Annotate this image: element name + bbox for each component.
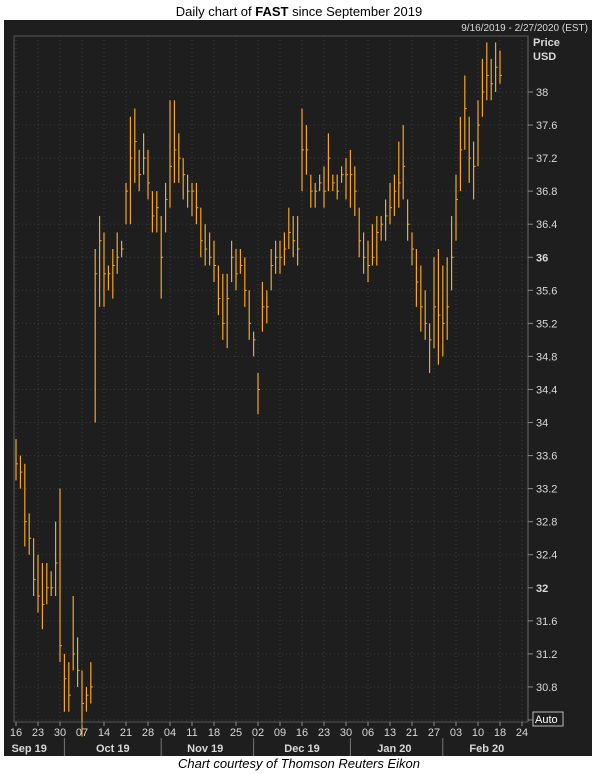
currency-label: USD: [533, 51, 556, 63]
chart-background: [4, 20, 592, 756]
price-tick-label: 32.4: [536, 550, 557, 562]
price-tick-label: 31.6: [536, 616, 557, 628]
chart-frame: 38 37.6 37.2 36.8 36.4 36 35.6 35.2 34.8 34.4 34 33…: [4, 20, 592, 756]
date-tick-label: 25: [230, 727, 242, 739]
date-tick-label: 18: [208, 727, 220, 739]
chart-title-prefix: Daily chart of: [175, 4, 256, 19]
date-tick-label: 24: [516, 727, 528, 739]
month-label: Sep 19: [11, 743, 46, 755]
price-tick-label: 34: [536, 418, 548, 430]
price-tick-label: 36: [536, 252, 548, 264]
date-tick-label: 21: [406, 727, 418, 739]
price-tick-label: 30.8: [536, 682, 557, 694]
date-tick-label: 07: [76, 727, 88, 739]
price-tick-label: 31.2: [536, 649, 557, 661]
chart-title-symbol: FAST: [255, 4, 289, 19]
date-tick-label: 09: [274, 727, 286, 739]
auto-scale-label: Auto: [535, 714, 558, 726]
price-tick-label: 34.4: [536, 384, 557, 396]
price-tick-label: 32.8: [536, 517, 557, 529]
price-tick-label: 33.6: [536, 451, 557, 463]
date-tick-label: 16: [10, 727, 22, 739]
date-tick-label: 16: [296, 727, 308, 739]
price-tick-label: 37.2: [536, 153, 557, 165]
month-label: Oct 19: [96, 743, 130, 755]
price-tick-label: 36.8: [536, 186, 557, 198]
date-tick-label: 11: [186, 727, 197, 739]
price-tick-label: 35.2: [536, 318, 557, 330]
price-tick-label: 37.6: [536, 120, 557, 132]
price-tick-label: 33.2: [536, 484, 557, 496]
date-range-label: 9/16/2019 - 2/27/2020 (EST): [461, 23, 588, 34]
date-tick-label: 23: [318, 727, 330, 739]
price-tick-label: 32: [536, 583, 548, 595]
date-tick-label: 02: [252, 727, 264, 739]
month-label: Nov 19: [187, 743, 223, 755]
date-tick-label: 27: [428, 727, 440, 739]
chart-title-suffix: since September 2019: [288, 4, 423, 19]
price-tick-label: 34.8: [536, 351, 557, 363]
date-tick-label: 10: [472, 727, 484, 739]
date-tick-label: 28: [142, 727, 154, 739]
date-tick-label: 23: [32, 727, 44, 739]
month-label: Feb 20: [469, 743, 504, 755]
month-label: Jan 20: [377, 743, 411, 755]
price-axis-title: Price: [533, 37, 560, 49]
price-tick-label: 38: [536, 87, 548, 99]
price-tick-label: 35.6: [536, 285, 557, 297]
date-tick-label: 06: [362, 727, 374, 739]
date-tick-label: 03: [450, 727, 462, 739]
date-tick-label: 30: [340, 727, 352, 739]
date-tick-label: 30: [54, 727, 66, 739]
price-tick-label: 36.4: [536, 219, 557, 231]
month-label: Dec 19: [284, 743, 319, 755]
date-tick-label: 21: [120, 727, 132, 739]
chart-credit: Chart courtesy of Thomson Reuters Eikon: [177, 756, 421, 771]
date-tick-label: 14: [98, 727, 110, 739]
date-tick-label: 18: [494, 727, 506, 739]
chart-title: Daily chart of FAST since September 2019: [0, 4, 598, 19]
date-tick-label: 04: [164, 727, 176, 739]
price-chart: 38 37.6 37.2 36.8 36.4 36 35.6 35.2 34.8 34.4 34 33…: [4, 20, 592, 756]
date-tick-label: 13: [384, 727, 396, 739]
